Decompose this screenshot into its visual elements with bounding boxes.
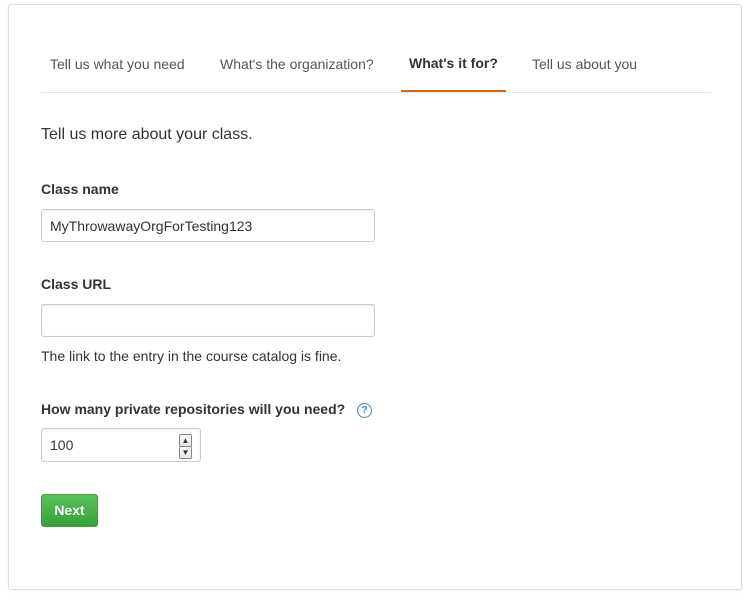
class-name-label: Class name — [41, 181, 119, 197]
class-url-note: The link to the entry in the course cata… — [41, 348, 342, 364]
repos-value: 100 — [50, 437, 74, 453]
class-name-input[interactable] — [41, 209, 375, 242]
form-card: Tell us what you need What's the organiz… — [8, 4, 742, 590]
tab-organization[interactable]: What's the organization? — [220, 5, 374, 92]
spinner-down-icon[interactable]: ▼ — [179, 446, 192, 459]
tab-what-you-need[interactable]: Tell us what you need — [50, 5, 185, 92]
intro-text: Tell us more about your class. — [41, 126, 253, 143]
next-button[interactable]: Next — [41, 494, 98, 527]
class-url-input[interactable] — [41, 304, 375, 337]
tab-about-you[interactable]: Tell us about you — [532, 5, 637, 92]
repos-number-input[interactable]: 100 ▲ ▼ — [41, 428, 201, 462]
question-circle-icon[interactable]: ? — [357, 403, 372, 418]
wizard-tabs: Tell us what you need What's the organiz… — [41, 5, 711, 93]
tab-whats-it-for[interactable]: What's it for? — [401, 5, 506, 92]
class-url-label: Class URL — [41, 276, 112, 292]
repos-label: How many private repositories will you n… — [41, 401, 346, 417]
